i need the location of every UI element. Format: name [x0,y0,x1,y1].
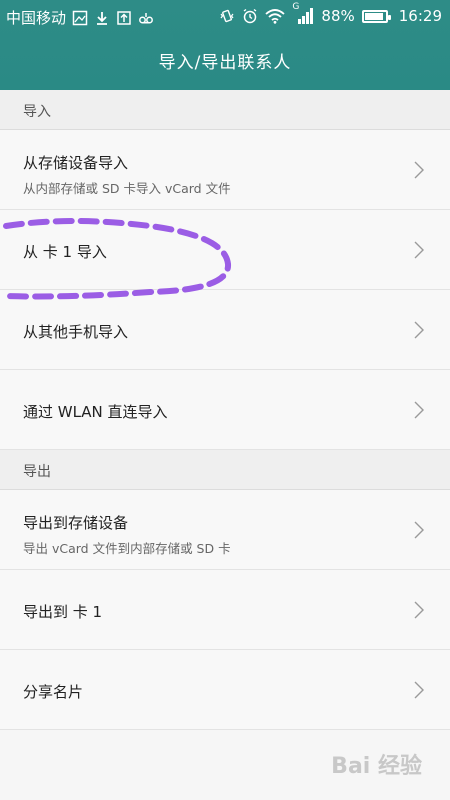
chevron-right-icon [412,520,426,540]
carrier-label: 中国移动 [6,9,67,27]
clock: 16:29 [398,7,442,25]
chevron-right-icon [412,240,426,260]
row-subtitle: 导出 vCard 文件到内部存储或 SD 卡 [23,541,231,556]
gallery-icon [72,10,88,26]
status-left: 中国移动 [6,7,154,28]
export-to-storage[interactable]: 导出到存储设备 导出 vCard 文件到内部存储或 SD 卡 [0,490,450,570]
voicemail-icon [138,10,154,26]
chevron-right-icon [412,400,426,420]
app-bar: 中国移动 G 88% 16:29 导入/导出联系人 [0,0,450,90]
battery-percent: 88% [321,7,355,25]
chevron-right-icon [412,680,426,700]
import-from-sim-1[interactable]: 从 卡 1 导入 [0,210,450,290]
chevron-right-icon [412,160,426,180]
status-right: G 88% 16:29 [219,2,442,25]
row-title: 通过 WLAN 直连导入 [23,403,168,421]
share-business-card[interactable]: 分享名片 [0,650,450,730]
row-title: 导出到存储设备 [23,514,129,532]
page-title: 导入/导出联系人 [158,53,292,73]
row-title: 从 卡 1 导入 [23,243,107,261]
row-title: 从其他手机导入 [23,323,129,341]
watermark: Bai 经验 [331,748,422,780]
chevron-right-icon [412,600,426,620]
alarm-icon [242,8,258,24]
row-title: 分享名片 [23,683,84,701]
wifi-icon [265,8,286,24]
vibrate-icon [219,8,235,24]
watermark-text: Bai 经验 [331,754,422,779]
chevron-right-icon [412,320,426,340]
row-title: 导出到 卡 1 [23,603,103,621]
status-bar: 中国移动 G 88% 16:29 [0,0,450,34]
import-from-storage[interactable]: 从存储设备导入 从内部存储或 SD 卡导入 vCard 文件 [0,130,450,210]
screen: 中国移动 G 88% 16:29 导入/导出联系人 导入 从存储设备导入 从内部… [0,0,450,800]
import-from-other-phone[interactable]: 从其他手机导入 [0,290,450,370]
row-subtitle: 从内部存储或 SD 卡导入 vCard 文件 [23,181,231,196]
signal-icon: G [292,2,314,24]
download-icon [94,10,110,26]
settings-list: 导入 从存储设备导入 从内部存储或 SD 卡导入 vCard 文件 从 卡 1 … [0,90,450,730]
battery-fill [364,12,383,20]
row-title: 从存储设备导入 [23,154,129,172]
section-header-export: 导出 [0,450,450,490]
upload-icon [116,10,132,26]
export-to-sim-1[interactable]: 导出到 卡 1 [0,570,450,650]
battery-icon [361,9,391,23]
import-via-wlan-direct[interactable]: 通过 WLAN 直连导入 [0,370,450,450]
section-header-import: 导入 [0,90,450,130]
